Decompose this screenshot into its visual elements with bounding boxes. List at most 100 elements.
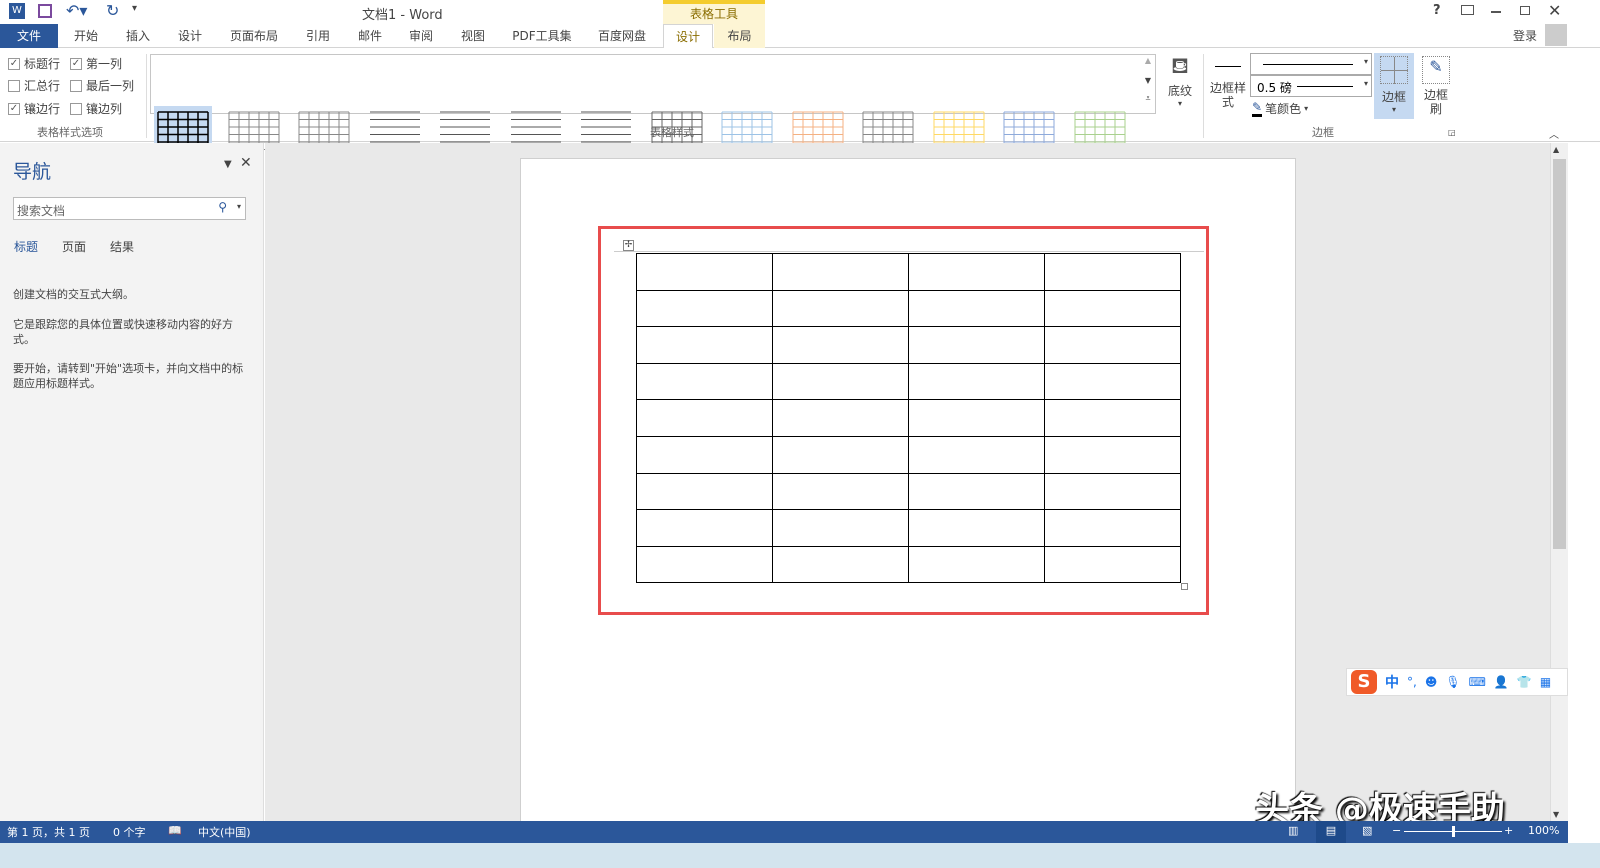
nav-tab-results[interactable]: 结果 xyxy=(110,238,134,255)
zoom-slider[interactable] xyxy=(1404,826,1502,837)
borders-grid-icon xyxy=(1380,56,1408,84)
help-button[interactable]: ? xyxy=(1433,3,1441,18)
tab-home[interactable]: 开始 xyxy=(66,24,106,48)
word-count[interactable]: 0 个字 xyxy=(113,824,146,840)
web-layout-icon[interactable]: ▧ xyxy=(1362,824,1372,837)
gallery-more[interactable]: ⩡ xyxy=(1141,94,1155,112)
avatar[interactable] xyxy=(1545,24,1567,46)
search-placeholder: 搜索文档 xyxy=(17,204,66,218)
gallery-scroll-up[interactable]: ▲ xyxy=(1141,56,1155,74)
emoji-icon[interactable]: ☻ xyxy=(1425,675,1438,689)
user-icon[interactable]: 👤 xyxy=(1494,675,1509,689)
border-painter-button[interactable]: ✎ 边框刷 xyxy=(1418,53,1454,116)
keyboard-icon[interactable]: ⌨ xyxy=(1469,675,1486,689)
zoom-out-button[interactable]: − xyxy=(1392,824,1401,837)
zoom-level[interactable]: 100% xyxy=(1528,824,1559,837)
group-label-table-styles: 表格样式 xyxy=(650,126,694,139)
table-styles-gallery xyxy=(150,54,1156,114)
tab-table-layout[interactable]: 布局 xyxy=(714,24,765,48)
redo-icon[interactable]: ↻ xyxy=(106,1,119,20)
pen-icon: ✎ xyxy=(1252,100,1263,117)
tab-table-design[interactable]: 设计 xyxy=(663,24,713,49)
tab-pdf-tools[interactable]: PDF工具集 xyxy=(508,24,576,48)
proofing-icon[interactable]: 📖 xyxy=(168,824,182,837)
paint-bucket-icon: ⛾ xyxy=(1171,54,1189,79)
checkbox-banded-rows[interactable]: ✓ 镶边行 xyxy=(8,100,60,117)
zoom-slider-thumb[interactable] xyxy=(1452,826,1455,837)
border-styles-label: 边框样式 xyxy=(1209,81,1246,109)
shading-label: 底纹 xyxy=(1167,84,1192,98)
zoom-in-button[interactable]: + xyxy=(1504,824,1513,837)
customize-qat-icon[interactable]: ▾ xyxy=(132,3,137,14)
ribbon-display-icon[interactable] xyxy=(1461,5,1474,15)
print-layout-icon[interactable]: ▤ xyxy=(1316,821,1346,843)
checkbox-label: 第一列 xyxy=(86,57,123,71)
tab-references[interactable]: 引用 xyxy=(298,24,338,48)
ribbon-tabs: 文件 开始 插入 设计 页面布局 引用 邮件 审阅 视图 PDF工具集 百度网盘… xyxy=(0,24,1600,49)
microphone-icon[interactable]: 🎙 xyxy=(1445,675,1460,689)
border-styles-button[interactable]: 边框样式 xyxy=(1208,58,1248,109)
border-painter-label: 边框刷 xyxy=(1424,88,1449,116)
status-bar: 第 1 页，共 1 页 0 个字 📖 中文(中国) ▥ ▤ ▧ − + 100% xyxy=(0,821,1568,843)
minimize-button[interactable] xyxy=(1491,11,1501,13)
page-count[interactable]: 第 1 页，共 1 页 xyxy=(7,824,90,840)
nav-tab-pages[interactable]: 页面 xyxy=(62,238,86,255)
context-tab-group: 表格工具 xyxy=(663,0,765,24)
border-painter-icon: ✎ xyxy=(1422,56,1450,84)
undo-icon[interactable]: ↶▾ xyxy=(66,1,87,20)
checkbox[interactable] xyxy=(70,79,82,92)
checkbox-last-column[interactable]: 最后一列 xyxy=(70,77,134,94)
checkbox[interactable]: ✓ xyxy=(70,57,82,70)
search-input[interactable]: 搜索文档 ⚲ ▾ xyxy=(13,197,246,220)
divider xyxy=(146,54,147,138)
borders-button[interactable]: 边框 ▾ xyxy=(1374,53,1414,119)
pen-color-label: 笔颜色 xyxy=(1265,102,1302,116)
tab-review[interactable]: 审阅 xyxy=(401,24,441,48)
checkbox-banded-columns[interactable]: 镶边列 xyxy=(70,100,122,117)
tab-layout[interactable]: 页面布局 xyxy=(226,24,282,48)
ime-mode[interactable]: 中 xyxy=(1385,672,1399,692)
line-style-dropdown[interactable]: ▾ xyxy=(1250,53,1372,75)
search-icon[interactable]: ⚲ xyxy=(218,200,227,214)
save-icon[interactable] xyxy=(38,4,52,18)
shading-button[interactable]: ⛾ 底纹 ▾ xyxy=(1162,54,1198,118)
close-button[interactable]: ✕ xyxy=(1548,1,1561,20)
checkbox[interactable]: ✓ xyxy=(8,102,20,115)
chevron-down-icon: ▾ xyxy=(1177,99,1182,108)
tab-mailings[interactable]: 邮件 xyxy=(350,24,390,48)
checkbox[interactable]: ✓ xyxy=(8,57,20,70)
vertical-scrollbar[interactable]: ▲ ▼ xyxy=(1550,143,1568,821)
line-weight-dropdown[interactable]: 0.5 磅 ▾ xyxy=(1250,75,1372,97)
checkbox-total-row[interactable]: 汇总行 xyxy=(8,77,60,94)
nav-tab-headings[interactable]: 标题 xyxy=(14,238,38,255)
borders-dialog-launcher[interactable]: ◲ xyxy=(1448,128,1456,137)
borders-label: 边框 xyxy=(1381,90,1406,104)
restore-button[interactable] xyxy=(1520,6,1530,15)
pen-color-button[interactable]: ✎ 笔颜色 ▾ xyxy=(1252,100,1308,117)
collapse-ribbon-icon[interactable]: ︿ xyxy=(1549,126,1559,141)
tab-file[interactable]: 文件 xyxy=(0,24,58,48)
word-logo-icon: W xyxy=(9,3,25,19)
nav-close-icon[interactable]: ✕ xyxy=(240,155,252,171)
apps-icon[interactable]: ▦ xyxy=(1540,675,1551,689)
nav-title: 导航 xyxy=(13,161,52,183)
window-title: 文档1 - Word xyxy=(362,8,443,23)
scrollbar-thumb[interactable] xyxy=(1553,159,1566,549)
checkbox-header-row[interactable]: ✓ 标题行 xyxy=(8,55,60,72)
gallery-scroll-down[interactable]: ▼ xyxy=(1141,76,1155,94)
checkbox[interactable] xyxy=(8,79,20,92)
nav-options-icon[interactable]: ▼ xyxy=(224,159,232,170)
read-mode-icon[interactable]: ▥ xyxy=(1288,824,1298,837)
tab-insert[interactable]: 插入 xyxy=(118,24,158,48)
checkbox-label: 镶边行 xyxy=(24,102,61,116)
punctuation-icon[interactable]: °, xyxy=(1407,675,1417,689)
tab-view[interactable]: 视图 xyxy=(453,24,493,48)
tab-design[interactable]: 设计 xyxy=(170,24,210,48)
checkbox-first-column[interactable]: ✓ 第一列 xyxy=(70,55,122,72)
tab-baidu-netdisk[interactable]: 百度网盘 xyxy=(594,24,650,48)
ime-toolbar[interactable]: S 中 °, ☻ 🎙 ⌨ 👤 👕 ▦ xyxy=(1346,668,1568,696)
skin-icon[interactable]: 👕 xyxy=(1517,675,1532,689)
language[interactable]: 中文(中国) xyxy=(198,824,251,840)
checkbox[interactable] xyxy=(70,102,82,115)
sign-in-link[interactable]: 登录 xyxy=(1513,27,1537,44)
